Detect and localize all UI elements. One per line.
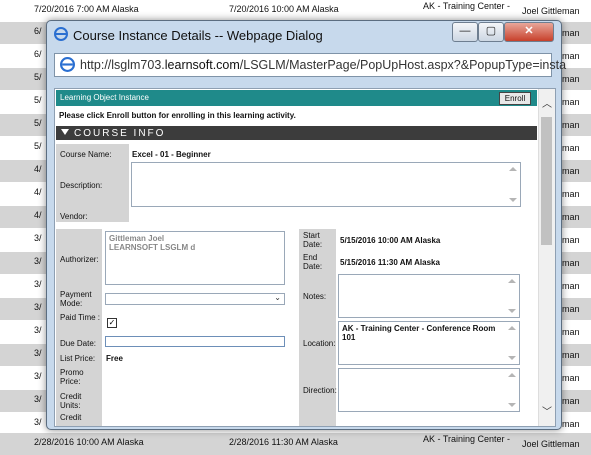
background-cell: 6/: [34, 26, 42, 36]
panel-header-label: Learning Object Instance: [60, 93, 149, 102]
scroll-down-icon: [508, 356, 516, 360]
dialog-content: Learning Object Instance Enroll Please c…: [54, 88, 556, 427]
background-cell: AK - Training Center -: [423, 1, 511, 11]
scroll-down-arrow-icon[interactable]: ﹀: [542, 403, 552, 418]
course-name-value: Excel - 01 - Beginner: [132, 150, 211, 159]
dialog-title: Course Instance Details -- Webpage Dialo…: [73, 28, 323, 43]
ie-icon: [54, 27, 68, 41]
authorizer-org: LEARNSOFT LSGLM d: [109, 243, 196, 252]
course-name-label: Course Name:: [60, 150, 112, 159]
notes-label: Notes:: [303, 292, 327, 301]
background-cell: 3/: [34, 302, 42, 312]
background-row: 7/20/2016 7:00 AM Alaska 7/20/2016 10:00 …: [0, 0, 591, 22]
background-cell: 7/20/2016 7:00 AM Alaska: [34, 4, 139, 14]
background-cell: 5/: [34, 72, 42, 82]
background-cell: 3/: [34, 256, 42, 266]
maximize-button[interactable]: ▢: [478, 22, 504, 42]
scroll-up-icon: [508, 373, 516, 377]
background-cell: 4/: [34, 187, 42, 197]
background-cell: 2/28/2016 10:00 AM Alaska: [34, 437, 144, 447]
background-cell: 3/: [34, 325, 42, 335]
background-cell: 4/: [34, 210, 42, 220]
end-date-label: End Date:: [303, 253, 323, 271]
background-row: 2/28/2016 10:00 AM Alaska 2/28/2016 11:30…: [0, 433, 591, 455]
scroll-up-icon: [509, 167, 517, 171]
background-cell: 6/: [34, 49, 42, 59]
paid-time-label: Paid Time :: [60, 313, 101, 322]
content-scrollbar[interactable]: ︿ ﹀: [538, 89, 555, 426]
background-cell: 7/20/2016 10:00 AM Alaska: [229, 4, 339, 14]
background-cell: 3/: [34, 371, 42, 381]
paid-time-checkbox[interactable]: ✓: [107, 318, 117, 328]
address-url: http://lsglm703.learnsoft.com/LSGLM/Mast…: [80, 58, 567, 72]
location-field[interactable]: AK - Training Center - Conference Room 1…: [338, 321, 520, 365]
collapse-icon: [61, 129, 69, 135]
direction-label: Direction:: [303, 386, 337, 395]
location-value: AK - Training Center - Conference Room 1…: [342, 324, 496, 342]
direction-field[interactable]: [338, 368, 520, 412]
description-label: Description:: [60, 181, 103, 190]
background-cell: 2/28/2016 11:30 AM Alaska: [229, 437, 338, 447]
background-cell: 3/: [34, 233, 42, 243]
chevron-down-icon: ⌄: [274, 293, 281, 302]
payment-mode-select[interactable]: ⌄: [105, 293, 285, 305]
list-price-label: List Price:: [60, 354, 96, 363]
background-cell: 3/: [34, 279, 42, 289]
section-title: COURSE INFO: [74, 128, 166, 139]
scroll-thumb[interactable]: [541, 117, 552, 245]
description-field[interactable]: [131, 162, 521, 207]
scroll-up-icon: [508, 279, 516, 283]
address-bar[interactable]: http://lsglm703.learnsoft.com/LSGLM/Mast…: [54, 53, 566, 77]
due-date-field[interactable]: [105, 336, 285, 347]
notes-field[interactable]: [338, 274, 520, 318]
background-cell: 3/: [34, 348, 42, 358]
background-cell: 5/: [34, 118, 42, 128]
scroll-down-icon: [509, 198, 517, 202]
webpage-dialog: Course Instance Details -- Webpage Dialo…: [46, 20, 566, 430]
background-cell: AK - Training Center -: [423, 434, 511, 444]
enroll-button[interactable]: Enroll: [499, 92, 531, 105]
location-label: Location:: [303, 339, 336, 348]
scroll-down-icon: [508, 309, 516, 313]
minimize-button[interactable]: —: [452, 22, 478, 42]
close-button[interactable]: ✕: [504, 22, 554, 42]
start-date-value: 5/15/2016 10:00 AM Alaska: [340, 236, 441, 245]
background-cell: 3/: [34, 394, 42, 404]
course-info-section[interactable]: COURSE INFO: [56, 126, 537, 140]
scroll-up-icon: [508, 326, 516, 330]
background-cell: 3/: [34, 417, 42, 427]
authorizer-field[interactable]: Gittleman Joel LEARNSOFT LSGLM d: [105, 231, 285, 285]
background-cell: 5/: [34, 141, 42, 151]
start-date-label: Start Date:: [303, 231, 323, 249]
due-date-label: Due Date:: [60, 339, 97, 348]
authorizer-label: Authorizer:: [60, 255, 99, 264]
payment-mode-label: Payment Mode:: [60, 290, 92, 308]
end-date-value: 5/15/2016 11:30 AM Alaska: [340, 258, 440, 267]
promo-price-label: Promo Price:: [60, 368, 84, 386]
background-cell: 5/: [34, 95, 42, 105]
panel-header: Learning Object Instance Enroll: [56, 90, 537, 106]
vendor-label: Vendor:: [60, 212, 88, 221]
authorizer-name: Gittleman Joel: [109, 234, 165, 243]
background-cell: Joel Gittleman: [522, 6, 580, 16]
background-cell: 4/: [34, 164, 42, 174]
enroll-instruction: Please click Enroll button for enrolling…: [59, 111, 296, 120]
credit-label: Credit: [60, 413, 82, 422]
scroll-up-arrow-icon[interactable]: ︿: [542, 95, 552, 110]
ie-page-icon: [60, 57, 75, 72]
credit-units-label: Credit Units:: [60, 392, 82, 410]
list-price-value: Free: [106, 354, 123, 363]
scroll-down-icon: [508, 403, 516, 407]
